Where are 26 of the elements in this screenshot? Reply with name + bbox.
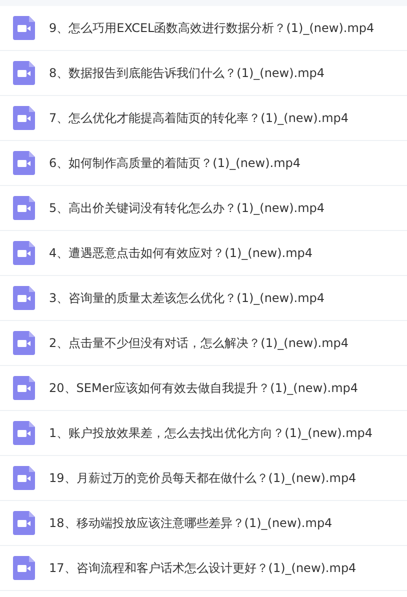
video-file-icon: [13, 151, 35, 175]
video-file-icon: [13, 331, 35, 355]
file-name[interactable]: 2、点击量不少但没有对话，怎么解决？(1)_(new).mp4: [49, 334, 349, 352]
file-name[interactable]: 1、账户投放效果差，怎么去找出优化方向？(1)_(new).mp4: [49, 424, 373, 442]
file-name[interactable]: 8、数据报告到底能告诉我们什么？(1)_(new).mp4: [49, 64, 325, 82]
file-name[interactable]: 6、如何制作高质量的着陆页？(1)_(new).mp4: [49, 154, 301, 172]
video-file-icon: [13, 376, 35, 400]
video-file-icon: [13, 421, 35, 445]
file-name[interactable]: 18、移动端投放应该注意哪些差异？(1)_(new).mp4: [49, 514, 332, 532]
video-file-icon: [13, 241, 35, 265]
video-file-icon: [13, 511, 35, 535]
file-name[interactable]: 3、咨询量的质量太差该怎么优化？(1)_(new).mp4: [49, 290, 325, 306]
video-file-icon: [13, 466, 35, 490]
file-name[interactable]: 7、怎么优化才能提高着陆页的转化率？(1)_(new).mp4: [49, 110, 349, 126]
video-file-icon: [13, 61, 35, 85]
file-name[interactable]: 20、SEMer应该如何有效去做自我提升？(1)_(new).mp4: [49, 380, 358, 396]
file-name[interactable]: 17、咨询流程和客户话术怎么设计更好？(1)_(new).mp4: [49, 560, 356, 576]
file-name[interactable]: 5、高出价关键词没有转化怎么办？(1)_(new).mp4: [49, 200, 325, 216]
file-name[interactable]: 9、怎么巧用EXCEL函数高效进行数据分析？(1)_(new).mp4: [49, 20, 374, 36]
video-file-icon: [13, 556, 35, 580]
video-file-icon: [13, 106, 35, 130]
file-name[interactable]: 19、月薪过万的竞价员每天都在做什么？(1)_(new).mp4: [49, 470, 356, 486]
file-name[interactable]: 4、遭遇恶意点击如何有效应对？(1)_(new).mp4: [49, 244, 313, 262]
video-file-icon: [13, 286, 35, 310]
video-file-icon: [13, 16, 35, 40]
video-file-icon: [13, 196, 35, 220]
